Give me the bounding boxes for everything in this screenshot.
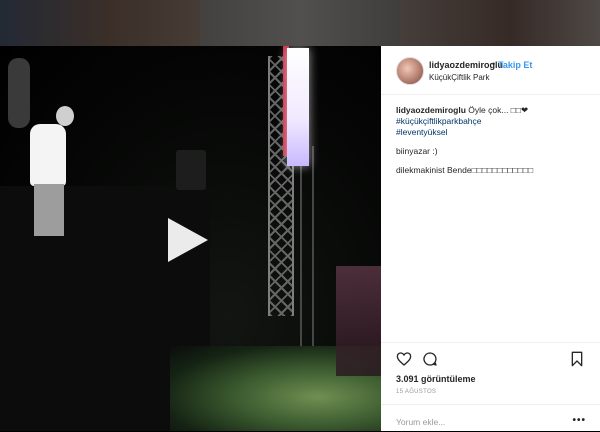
- post-date: 15 AĞUSTOS: [396, 389, 437, 395]
- post-panel: lidyaozdemiroglu • Takip Et KüçükÇiftlik…: [381, 46, 600, 431]
- comment-input-bar: Yorum ekle... •••: [381, 404, 600, 432]
- performer-pants: [34, 184, 64, 236]
- follow-button[interactable]: Takip Et: [498, 60, 532, 70]
- comment-item: dilekmakinist Bende□□□□□□□□□□□□: [396, 165, 534, 175]
- hashtag-link[interactable]: #leventyüksel: [396, 127, 591, 138]
- stage-screen: [287, 48, 309, 166]
- performer-shirt: [30, 124, 66, 186]
- caption-username[interactable]: lidyaozdemiroglu: [396, 105, 466, 115]
- speaker: [176, 150, 206, 190]
- caption: lidyaozdemiroglu Öyle çok... □□❤ #küçükç…: [396, 105, 591, 138]
- stage-truss-secondary: [300, 146, 314, 356]
- view-count: 3.091 görüntüleme: [396, 374, 476, 384]
- overlay-dim: [0, 0, 600, 46]
- comments-section: lidyaozdemiroglu Öyle çok... □□❤ #küçükç…: [396, 105, 591, 184]
- comment-input[interactable]: Yorum ekle...: [396, 417, 445, 427]
- hashtag-link[interactable]: #küçükçiftlikparkbahçe: [396, 116, 591, 127]
- avatar[interactable]: [396, 57, 424, 85]
- separator-dot: •: [492, 59, 496, 69]
- comment-icon[interactable]: [422, 351, 438, 367]
- performer-head: [56, 106, 74, 126]
- more-options-icon[interactable]: •••: [572, 415, 586, 426]
- post-header: lidyaozdemiroglu • Takip Et KüçükÇiftlik…: [381, 46, 600, 95]
- caption-text: Öyle çok... □□❤: [468, 105, 529, 115]
- crowd: [336, 266, 381, 376]
- bookmark-icon[interactable]: [569, 351, 585, 367]
- video-player[interactable]: [0, 46, 381, 431]
- location-link[interactable]: KüçükÇiftlik Park: [429, 73, 489, 82]
- play-icon[interactable]: [168, 218, 208, 262]
- heart-icon[interactable]: [396, 351, 412, 367]
- performer: [24, 106, 74, 236]
- comment-item: biinyazar :): [396, 146, 438, 156]
